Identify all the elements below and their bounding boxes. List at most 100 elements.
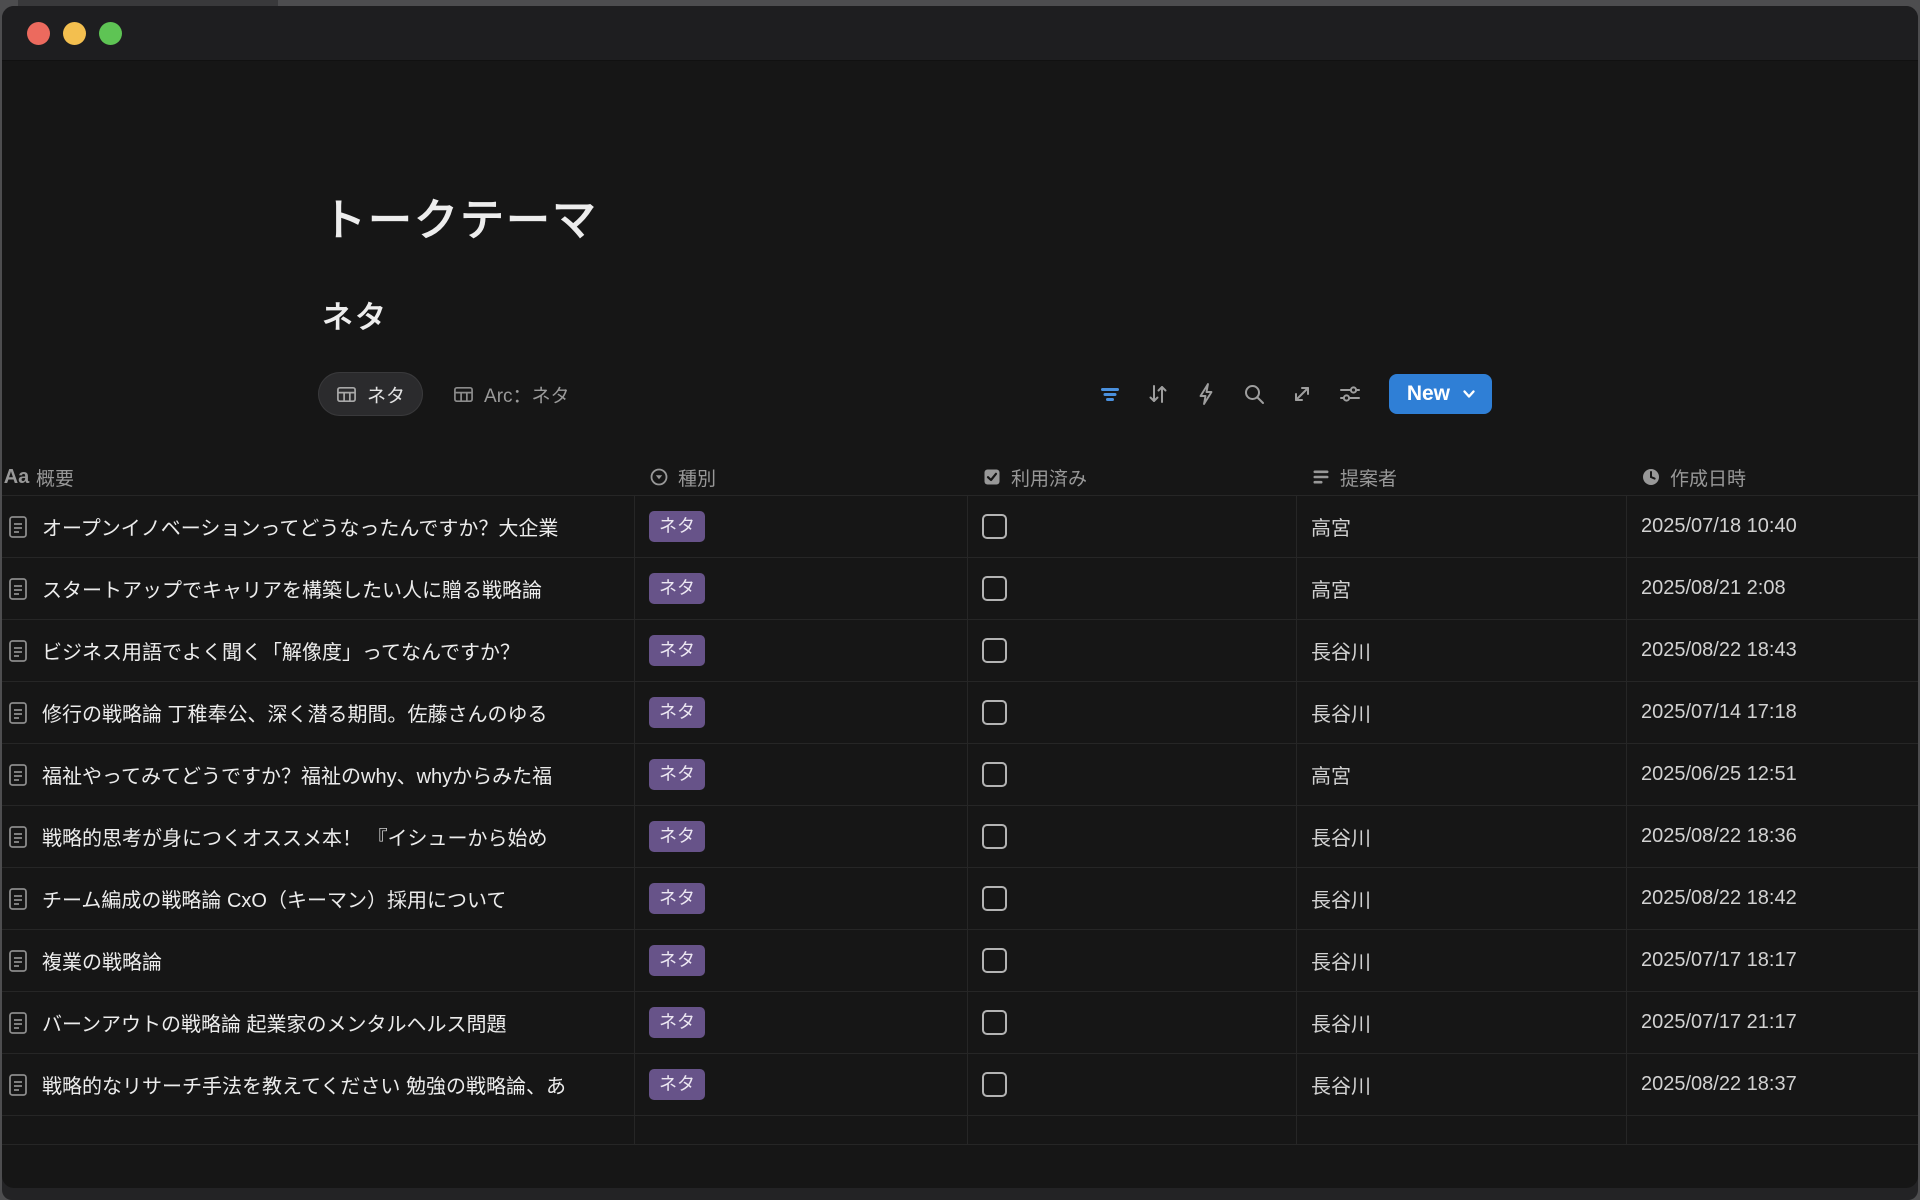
page-icon — [6, 514, 30, 540]
row-title-cell[interactable]: 修行の戦略論 丁稚奉公、深く潜る期間。佐藤さんのゆる — [2, 682, 634, 743]
tab-neta[interactable]: ネタ — [318, 372, 423, 416]
used-checkbox[interactable] — [982, 762, 1007, 787]
table-row[interactable]: 戦略的なリサーチ手法を教えてください 勉強の戦略論、あ ネタ 長谷川 2025/… — [2, 1054, 1918, 1116]
table-row[interactable]: オープンイノベーションってどうなったんですか？大企業 ネタ 高宮 2025/07… — [2, 496, 1918, 558]
used-checkbox[interactable] — [982, 824, 1007, 849]
table-row[interactable]: 修行の戦略論 丁稚奉公、深く潜る期間。佐藤さんのゆる ネタ 長谷川 2025/0… — [2, 682, 1918, 744]
sort-icon[interactable] — [1145, 381, 1171, 407]
row-created-cell[interactable]: 2025/07/18 10:40 — [1626, 496, 1918, 557]
row-proposer-cell[interactable]: 長谷川 — [1296, 620, 1626, 681]
row-proposer-cell[interactable]: 高宮 — [1296, 558, 1626, 619]
row-title: 修行の戦略論 丁稚奉公、深く潜る期間。佐藤さんのゆる — [42, 698, 548, 727]
row-used-cell[interactable] — [967, 620, 1296, 681]
row-type-cell[interactable]: ネタ — [634, 744, 967, 805]
row-created-cell[interactable]: 2025/08/22 18:37 — [1626, 1054, 1918, 1115]
row-used-cell[interactable] — [967, 930, 1296, 991]
row-title-cell[interactable]: チーム編成の戦略論 CxO（キーマン）採用について — [2, 868, 634, 929]
close-window-button[interactable] — [27, 22, 50, 45]
page-icon — [6, 762, 30, 788]
row-title-cell[interactable]: スタートアップでキャリアを構築したい人に贈る戦略論 — [2, 558, 634, 619]
row-type-cell[interactable]: ネタ — [634, 930, 967, 991]
row-used-cell[interactable] — [967, 682, 1296, 743]
view-settings-icon[interactable] — [1337, 381, 1363, 407]
column-header-title[interactable]: Aa 概要 — [2, 464, 634, 491]
used-checkbox[interactable] — [982, 514, 1007, 539]
column-header-created[interactable]: 作成日時 — [1626, 464, 1918, 491]
row-title-cell[interactable]: 戦略的思考が身につくオススメ本！ 『イシューから始め — [2, 806, 634, 867]
row-used-cell[interactable] — [967, 558, 1296, 619]
row-proposer-cell[interactable]: 高宮 — [1296, 496, 1626, 557]
row-created-cell[interactable]: 2025/07/14 17:18 — [1626, 682, 1918, 743]
column-label: 概要 — [36, 464, 74, 491]
used-checkbox[interactable] — [982, 886, 1007, 911]
row-type-cell[interactable]: ネタ — [634, 682, 967, 743]
row-type-cell[interactable]: ネタ — [634, 558, 967, 619]
row-created-cell[interactable]: 2025/08/21 2:08 — [1626, 558, 1918, 619]
row-created-cell[interactable]: 2025/07/17 18:17 — [1626, 930, 1918, 991]
row-proposer-cell[interactable]: 長谷川 — [1296, 1054, 1626, 1115]
table-row[interactable]: チーム編成の戦略論 CxO（キーマン）採用について ネタ 長谷川 2025/08… — [2, 868, 1918, 930]
type-tag: ネタ — [649, 883, 705, 914]
row-title-cell[interactable]: ビジネス用語でよく聞く「解像度」ってなんですか？ — [2, 620, 634, 681]
type-tag: ネタ — [649, 635, 705, 666]
row-proposer-cell[interactable]: 長谷川 — [1296, 992, 1626, 1053]
row-created-cell[interactable]: 2025/08/22 18:36 — [1626, 806, 1918, 867]
table-row[interactable]: 戦略的思考が身につくオススメ本！ 『イシューから始め ネタ 長谷川 2025/0… — [2, 806, 1918, 868]
new-button[interactable]: New — [1389, 374, 1492, 414]
table-header-row: Aa 概要 種別 — [2, 459, 1918, 496]
row-created-cell[interactable]: 2025/06/25 12:51 — [1626, 744, 1918, 805]
row-proposer-cell[interactable]: 長谷川 — [1296, 682, 1626, 743]
row-proposer-cell[interactable]: 長谷川 — [1296, 930, 1626, 991]
row-used-cell[interactable] — [967, 1054, 1296, 1115]
used-checkbox[interactable] — [982, 1072, 1007, 1097]
row-proposer-cell[interactable]: 長谷川 — [1296, 806, 1626, 867]
search-icon[interactable] — [1241, 381, 1267, 407]
row-proposer-cell[interactable]: 長谷川 — [1296, 868, 1626, 929]
column-header-proposer[interactable]: 提案者 — [1296, 464, 1626, 491]
table-row[interactable]: スタートアップでキャリアを構築したい人に贈る戦略論 ネタ 高宮 2025/08/… — [2, 558, 1918, 620]
type-tag: ネタ — [649, 1007, 705, 1038]
row-used-cell[interactable] — [967, 992, 1296, 1053]
row-title-cell[interactable]: 戦略的なリサーチ手法を教えてください 勉強の戦略論、あ — [2, 1054, 634, 1115]
row-type-cell[interactable]: ネタ — [634, 992, 967, 1053]
row-type-cell[interactable]: ネタ — [634, 1054, 967, 1115]
column-label: 種別 — [678, 464, 716, 491]
filter-icon[interactable] — [1097, 381, 1123, 407]
row-title-cell[interactable]: バーンアウトの戦略論 起業家のメンタルヘルス問題 — [2, 992, 634, 1053]
row-title-cell[interactable]: 福祉やってみてどうですか？福祉のwhy、whyからみた福 — [2, 744, 634, 805]
table-view-icon — [453, 384, 474, 405]
row-type-cell[interactable]: ネタ — [634, 496, 967, 557]
table-row[interactable]: ビジネス用語でよく聞く「解像度」ってなんですか？ ネタ 長谷川 2025/08/… — [2, 620, 1918, 682]
column-header-type[interactable]: 種別 — [634, 464, 967, 491]
row-type-cell[interactable]: ネタ — [634, 620, 967, 681]
expand-icon[interactable] — [1289, 381, 1315, 407]
table-row[interactable]: 福祉やってみてどうですか？福祉のwhy、whyからみた福 ネタ 高宮 2025/… — [2, 744, 1918, 806]
used-checkbox[interactable] — [982, 948, 1007, 973]
type-tag: ネタ — [649, 1069, 705, 1100]
row-proposer-cell[interactable]: 高宮 — [1296, 744, 1626, 805]
minimize-window-button[interactable] — [63, 22, 86, 45]
used-checkbox[interactable] — [982, 576, 1007, 601]
tab-arc-neta[interactable]: Arc：ネタ — [435, 372, 588, 416]
row-type-cell[interactable]: ネタ — [634, 806, 967, 867]
page-icon — [6, 638, 30, 664]
row-used-cell[interactable] — [967, 806, 1296, 867]
row-title-cell[interactable]: オープンイノベーションってどうなったんですか？大企業 — [2, 496, 634, 557]
zoom-window-button[interactable] — [99, 22, 122, 45]
used-checkbox[interactable] — [982, 1010, 1007, 1035]
row-used-cell[interactable] — [967, 744, 1296, 805]
used-checkbox[interactable] — [982, 700, 1007, 725]
used-checkbox[interactable] — [982, 638, 1007, 663]
column-header-used[interactable]: 利用済み — [967, 464, 1296, 491]
row-type-cell[interactable]: ネタ — [634, 868, 967, 929]
row-title-cell[interactable]: 複業の戦略論 — [2, 930, 634, 991]
table-row[interactable]: バーンアウトの戦略論 起業家のメンタルヘルス問題 ネタ 長谷川 2025/07/… — [2, 992, 1918, 1054]
row-used-cell[interactable] — [967, 496, 1296, 557]
table-row[interactable]: 複業の戦略論 ネタ 長谷川 2025/07/17 18:17 — [2, 930, 1918, 992]
row-created-cell[interactable]: 2025/08/22 18:42 — [1626, 868, 1918, 929]
row-created-cell[interactable]: 2025/08/22 18:43 — [1626, 620, 1918, 681]
row-created-cell[interactable]: 2025/07/17 21:17 — [1626, 992, 1918, 1053]
row-used-cell[interactable] — [967, 868, 1296, 929]
automation-icon[interactable] — [1193, 381, 1219, 407]
database-table: Aa 概要 種別 — [2, 459, 1918, 1145]
